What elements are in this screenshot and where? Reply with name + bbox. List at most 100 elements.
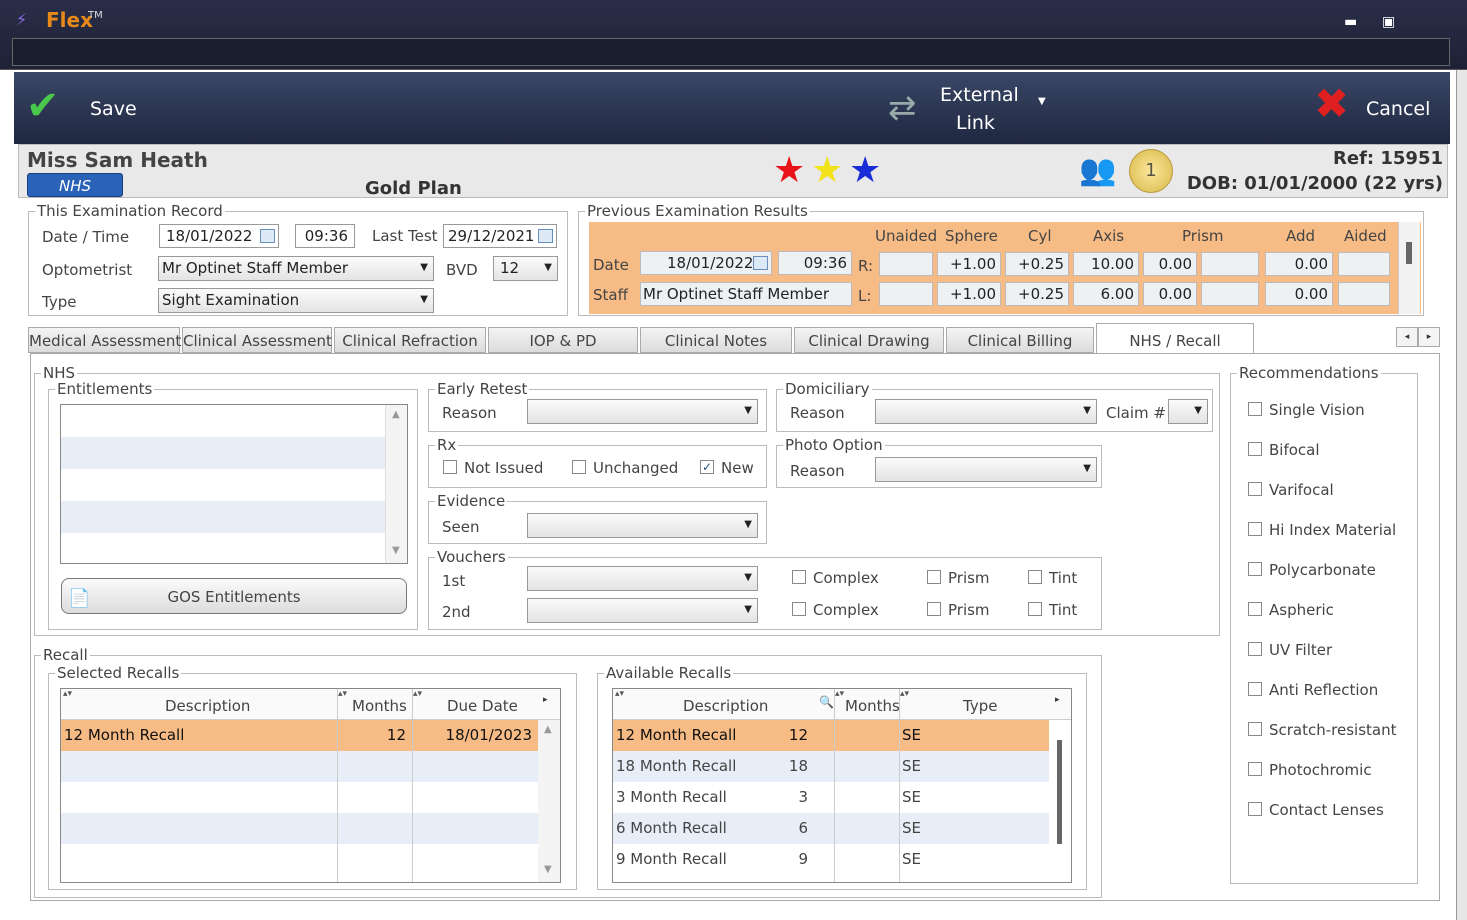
scroll-thumb[interactable]: [1057, 740, 1062, 844]
maximize-icon[interactable]: ▣: [1382, 14, 1395, 30]
col-type[interactable]: Type: [963, 697, 997, 715]
table-row[interactable]: 3 Month Recall 3 SE: [613, 782, 1049, 813]
recommendation-checkbox[interactable]: [1248, 722, 1262, 736]
recommendation-checkbox[interactable]: [1248, 482, 1262, 496]
calendar-icon[interactable]: [538, 229, 553, 243]
tab-scroll-left[interactable]: ◂: [1396, 327, 1418, 347]
tab-nhs-recall[interactable]: NHS / Recall: [1096, 323, 1254, 353]
early-retest-reason-select[interactable]: ▼: [527, 399, 758, 424]
complex-2-checkbox[interactable]: [792, 602, 806, 616]
tint-2-checkbox[interactable]: [1028, 602, 1042, 616]
complex-1-checkbox[interactable]: [792, 570, 806, 584]
not-issued-label: Not Issued: [464, 459, 544, 477]
col-months[interactable]: Months: [352, 697, 407, 715]
photo-reason-select[interactable]: ▼: [875, 457, 1097, 482]
scroll-thumb[interactable]: [1406, 242, 1412, 264]
external-link-button[interactable]: ⇄ External Link ▼: [884, 80, 1046, 138]
grid-scrollbar[interactable]: ▲ ▼: [538, 720, 560, 882]
recommendation-checkbox[interactable]: [1248, 602, 1262, 616]
prev-date-label: Date: [593, 256, 629, 274]
voucher-2nd-select[interactable]: ▼: [527, 598, 758, 623]
save-button[interactable]: ✔ Save: [22, 82, 152, 134]
scroll-down-icon[interactable]: ▼: [544, 864, 552, 875]
recommendation-checkbox[interactable]: [1248, 402, 1262, 416]
col-description[interactable]: Description: [683, 697, 768, 715]
exam-time-field[interactable]: 09:36: [295, 224, 355, 248]
family-icon[interactable]: 👥: [1079, 153, 1116, 188]
evidence-seen-select[interactable]: ▼: [527, 513, 758, 538]
calendar-icon[interactable]: [260, 229, 275, 243]
recommendation-checkbox[interactable]: [1248, 682, 1262, 696]
tab-clinical-drawing[interactable]: Clinical Drawing: [794, 327, 944, 353]
scroll-up-icon[interactable]: ▲: [392, 409, 400, 420]
scroll-up-icon[interactable]: ▲: [544, 724, 552, 735]
recommendation-checkbox[interactable]: [1248, 642, 1262, 656]
tab-iop-pd[interactable]: IOP & PD: [488, 327, 638, 353]
column-chooser-icon[interactable]: ▸: [1055, 695, 1060, 705]
prev-date-value: 18/01/2022: [667, 254, 754, 272]
r-unaided: [879, 252, 933, 276]
exam-date-field[interactable]: 18/01/2022: [159, 224, 279, 248]
col-divider: [899, 689, 900, 882]
entitlements-list[interactable]: ▲ ▼: [60, 404, 408, 564]
recommendation-checkbox[interactable]: [1248, 802, 1262, 816]
scroll-down-icon[interactable]: ▼: [392, 545, 400, 556]
table-row[interactable]: 12 Month Recall 12 18/01/2023: [61, 720, 538, 751]
tab-medical-assessment[interactable]: Medical Assessment: [28, 327, 181, 353]
bvd-select[interactable]: 12 ▼: [493, 256, 558, 281]
last-test-value: 29/12/2021: [448, 227, 535, 245]
recommendation-checkbox[interactable]: [1248, 522, 1262, 536]
search-icon[interactable]: 🔍: [819, 695, 834, 709]
table-row[interactable]: 9 Month Recall 9 SE: [613, 844, 1049, 875]
recommendation-checkbox[interactable]: [1248, 562, 1262, 576]
tab-clinical-assessment[interactable]: Clinical Assessment: [182, 327, 332, 353]
table-row: [61, 813, 538, 844]
last-test-field[interactable]: 29/12/2021: [443, 224, 557, 248]
list-scrollbar[interactable]: ▲ ▼: [385, 405, 407, 563]
col-description[interactable]: Description: [165, 697, 250, 715]
header-add: Add: [1286, 227, 1316, 245]
claim-select[interactable]: ▼: [1168, 399, 1208, 424]
header-unaided: Unaided: [875, 227, 938, 245]
prism-1-checkbox[interactable]: [927, 570, 941, 584]
gos-entitlements-button[interactable]: 📄 GOS Entitlements: [61, 578, 407, 614]
list-item: [61, 501, 385, 533]
cell-type: SE: [902, 850, 921, 868]
unchanged-checkbox[interactable]: [572, 460, 586, 474]
complex-1-label: Complex: [813, 569, 879, 587]
title-bar: ⚡ Flex TM ▬ ▣: [0, 0, 1467, 70]
not-issued-checkbox[interactable]: [443, 460, 457, 474]
table-row[interactable]: 12 Month Recall 12 SE: [613, 720, 1049, 751]
tab-clinical-billing[interactable]: Clinical Billing: [946, 327, 1094, 353]
tab-clinical-notes[interactable]: Clinical Notes: [640, 327, 792, 353]
recommendation-checkbox[interactable]: [1248, 442, 1262, 456]
cell-months: 6: [798, 819, 808, 837]
prism-2-checkbox[interactable]: [927, 602, 941, 616]
col-due-date[interactable]: Due Date: [447, 697, 518, 715]
voucher-1st-select[interactable]: ▼: [527, 566, 758, 591]
exam-type-select[interactable]: Sight Examination ▼: [158, 288, 434, 313]
chevron-down-icon: ▼: [544, 262, 552, 273]
prev-scrollbar[interactable]: [1398, 222, 1420, 314]
trademark: TM: [88, 10, 103, 21]
column-chooser-icon[interactable]: ▸: [543, 695, 548, 705]
minimize-icon[interactable]: ▬: [1344, 14, 1357, 30]
optometrist-select[interactable]: Mr Optinet Staff Member ▼: [158, 256, 434, 281]
new-checkbox[interactable]: ✓: [700, 460, 714, 474]
col-months[interactable]: Months: [845, 697, 900, 715]
r-sphere: +1.00: [937, 252, 1001, 276]
r-aided: [1338, 252, 1390, 276]
table-row[interactable]: 6 Month Recall 6 SE: [613, 813, 1049, 844]
prev-staff-value: Mr Optinet Staff Member: [643, 285, 830, 303]
tint-1-checkbox[interactable]: [1028, 570, 1042, 584]
cancel-button[interactable]: ✖ Cancel: [1310, 82, 1440, 134]
header-aided: Aided: [1344, 227, 1387, 245]
grid-scrollbar[interactable]: [1049, 720, 1071, 882]
voucher-2nd-label: 2nd: [442, 603, 471, 621]
recommendation-checkbox[interactable]: [1248, 762, 1262, 776]
tab-scroll-right[interactable]: ▸: [1418, 327, 1440, 347]
cell-months: 12: [386, 726, 406, 744]
domiciliary-reason-select[interactable]: ▼: [875, 399, 1097, 424]
tab-clinical-refraction[interactable]: Clinical Refraction: [334, 327, 486, 353]
table-row[interactable]: 18 Month Recall 18 SE: [613, 751, 1049, 782]
